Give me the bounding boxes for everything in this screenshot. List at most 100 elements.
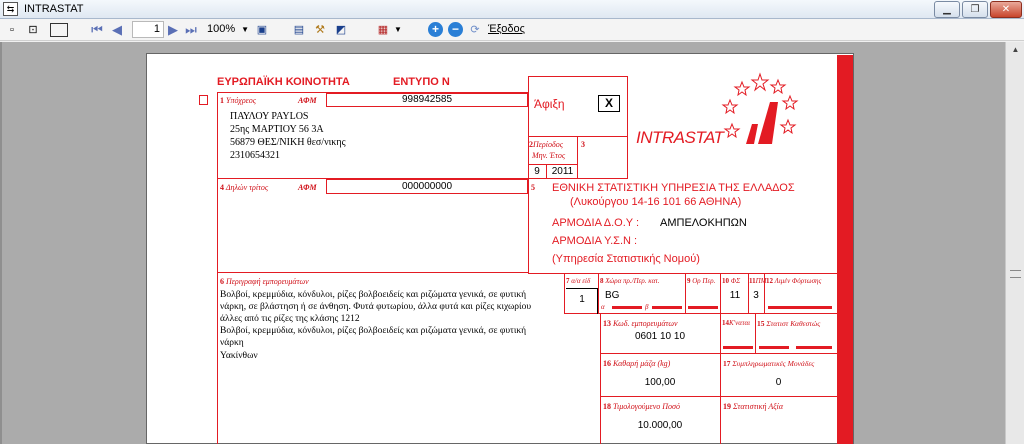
box16-value: 100,00 xyxy=(644,377,676,388)
box8-label: 8 Χώρα πρ./Περ. κατ. xyxy=(600,277,660,285)
next-page-icon[interactable]: ▶ xyxy=(166,22,180,38)
minimize-icon[interactable]: ▁ xyxy=(934,1,960,18)
box1-afm-label: ΑΦΜ xyxy=(298,96,317,105)
box17-label: 17 Συμπληρωματικές Μονάδες xyxy=(723,359,815,368)
box5-ysn-label: ΑΡΜΟΔΙΑ Υ.Σ.Ν : xyxy=(552,235,638,247)
chevron-down-icon: ▼ xyxy=(241,25,249,34)
box5-doy-value: ΑΜΠΕΛΟΚΗΠΩΝ xyxy=(660,217,747,229)
page-number-input[interactable]: 1 xyxy=(132,21,164,38)
box1-label: 1 Υπόχρεος xyxy=(220,96,257,105)
box15-left-line xyxy=(755,314,756,354)
flow-label: Άφιξη xyxy=(534,97,565,111)
box14-left-line xyxy=(720,314,721,354)
box17-value: 0 xyxy=(775,377,782,388)
box10-left-line xyxy=(720,273,721,314)
zoom-in-icon[interactable]: + xyxy=(428,22,443,37)
print-options-chevron-icon[interactable]: ▼ xyxy=(393,22,403,38)
box4-afm-label: ΑΦΜ xyxy=(298,183,317,192)
box8-bar-b xyxy=(652,306,682,309)
box9-label: 9 Ορ Περ. xyxy=(687,277,716,285)
report-toolbar: ▫ ⊡ ⏮ ◀ 1 ▶ ⏭ 100% ▼ ▣ ▤ ⚒ ◩ ▦ ▼ + − ⟳ Έ… xyxy=(0,19,1024,41)
single-page-icon[interactable]: ▫ xyxy=(6,22,18,38)
red-margin-bar xyxy=(837,55,853,444)
box1-line-2: 25ης ΜΑΡΤΙΟΥ 56 3Α xyxy=(230,124,324,135)
box6-label: 6 Περιγραφή εμπορευμάτων xyxy=(220,277,309,286)
refresh-icon[interactable]: ⟳ xyxy=(468,22,482,38)
first-page-icon[interactable]: ⏮ xyxy=(90,22,104,38)
box19-label: 19 Στατιστική Αξία xyxy=(723,402,784,411)
box3-label: 3 xyxy=(581,140,585,149)
box18-label: 18 Τιμολογούμενο Ποσό xyxy=(603,402,680,411)
box5-agency-address: (Λυκούργου 14-16 101 66 ΑΘΗΝΑ) xyxy=(570,196,742,208)
box6-line-3: άλλες από τις ρίζες της κλάσης 1212 xyxy=(220,314,360,324)
box2-label: 2Περίοδος xyxy=(529,140,563,149)
box12-label: 12 Λιμέν Φόρτωσης xyxy=(766,277,822,285)
box2-sub-label: Μηv. Έτος xyxy=(532,151,566,160)
box7-label: 7 α/α είδ xyxy=(566,277,591,285)
box1-line-3: 56879 ΘΕΣ/ΝΙΚΗ θεσ/νικης xyxy=(230,137,346,148)
window-title: INTRASTAT xyxy=(24,3,84,15)
zoom-select[interactable]: 100% ▼ xyxy=(207,21,249,38)
title-bar: ⇆ INTRASTAT ▁ ❐ ✕ xyxy=(0,0,1024,19)
export-icon[interactable]: ◩ xyxy=(333,22,349,38)
box4-label: 4 Δηλών τρίτος xyxy=(220,183,269,192)
box8-sub-a: α xyxy=(601,303,605,311)
box6-line-2: νάρκη, σε βλάστηση ή σε άνθηση. Φυτά φυτ… xyxy=(220,302,532,312)
box6-line-6: Υακίνθων xyxy=(220,351,258,361)
box6-line-1: Βολβοί, κρεμμύδια, κόνδυλοι, ρίζες βολβο… xyxy=(220,290,527,300)
box12-left-line xyxy=(764,273,765,314)
multi-page-icon[interactable]: ⊡ xyxy=(22,22,44,38)
vertical-scrollbar[interactable]: ▲ xyxy=(1005,42,1024,444)
box10-value: 11 xyxy=(729,290,741,301)
intrastat-logo-text: INTRASTAT xyxy=(636,128,724,147)
monitor-icon[interactable]: ▣ xyxy=(255,22,269,38)
previous-page-icon[interactable]: ◀ xyxy=(110,22,124,38)
close-icon[interactable]: ✕ xyxy=(990,1,1022,18)
box13-value: 0601 10 10 xyxy=(634,331,686,342)
box10-label: 10 ΦΣ xyxy=(722,277,741,285)
scroll-thumb[interactable] xyxy=(1010,270,1021,278)
box15-bar-b xyxy=(796,346,832,349)
restore-icon[interactable]: ❐ xyxy=(962,1,988,18)
box1-line-4: 2310654321 xyxy=(230,150,280,161)
print-icon[interactable]: ▦ xyxy=(375,22,391,38)
box4-afm-value: 000000000 xyxy=(401,181,453,192)
box8-left-line xyxy=(598,273,599,314)
box5-agency-name: ΕΘΝΙΚΗ ΣΤΑΤΙΣΤΙΚΗ ΥΠΗΡΕΣΙΑ ΤΗΣ ΕΛΛΑΔΟΣ xyxy=(552,182,795,194)
box5-label: 5 xyxy=(531,183,535,192)
scroll-up-icon[interactable]: ▲ xyxy=(1009,45,1022,58)
flow-mark: X xyxy=(604,96,613,110)
last-page-icon[interactable]: ⏭ xyxy=(184,22,198,38)
box14-bar xyxy=(723,346,753,349)
box18-value: 10.000,00 xyxy=(637,420,683,431)
box11-value: 3 xyxy=(753,290,759,301)
zoom-value: 100% xyxy=(207,23,236,35)
box16-label: 16 Καθαρή μάζα (kg) xyxy=(603,359,671,368)
document-icon[interactable]: ▤ xyxy=(292,22,306,38)
zoom-out-icon[interactable]: − xyxy=(448,22,463,37)
box6-line-5: νάρκη xyxy=(220,338,244,348)
box5-ysn-note: (Υπηρεσία Στατιστικής Νομού) xyxy=(552,253,700,265)
tools-icon[interactable]: ⚒ xyxy=(312,22,328,38)
box9-bar xyxy=(688,306,718,309)
box17-left-line xyxy=(720,354,721,397)
box3-outline xyxy=(578,137,628,179)
box12-bar xyxy=(768,306,832,309)
box8-value: BG xyxy=(605,290,620,301)
box9-left-line xyxy=(685,273,686,314)
box1-afm-value: 998942585 xyxy=(401,94,453,105)
header-community: ΕΥΡΩΠΑΪΚΗ ΚΟΙΝΟΤΗΤΑ xyxy=(217,76,350,88)
box2-year: 2011 xyxy=(551,166,574,177)
app-icon[interactable]: ⇆ xyxy=(3,2,18,16)
fit-page-icon[interactable] xyxy=(50,23,68,37)
box8-bar-a xyxy=(612,306,642,309)
box8-sub-b: β xyxy=(645,303,649,311)
box2-month: 9 xyxy=(534,166,540,177)
box2-divider xyxy=(528,164,578,165)
marker-checkbox xyxy=(199,95,208,105)
exit-button[interactable]: Έξοδος xyxy=(488,23,525,35)
box7-value: 1 xyxy=(579,294,585,305)
box5-bottom-line xyxy=(528,273,837,274)
box15-label: 15 Στατιστ Καθεστώς xyxy=(757,319,821,328)
intrastat-stars-icon xyxy=(721,72,799,144)
